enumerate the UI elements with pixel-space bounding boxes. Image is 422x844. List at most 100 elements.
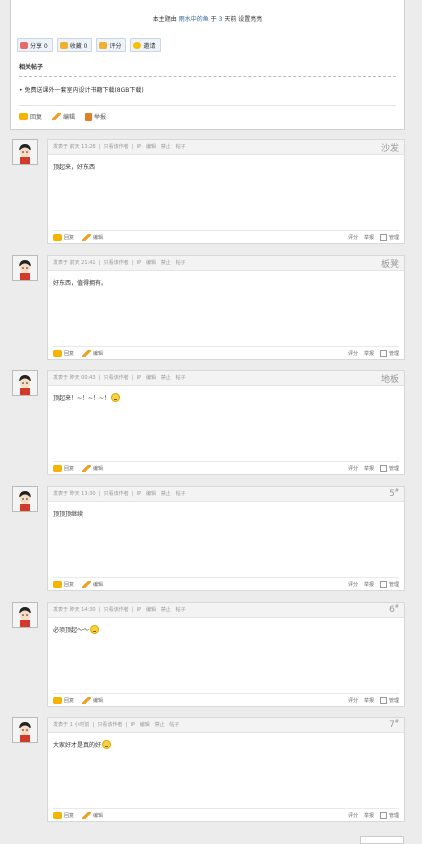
ip-link[interactable]: IP	[137, 375, 142, 381]
ip-link[interactable]: IP	[137, 144, 142, 150]
floor-number[interactable]: 地板	[381, 372, 399, 385]
reply-button[interactable]: 回复	[53, 350, 74, 357]
only-author-link[interactable]: 只看该作者	[104, 491, 129, 497]
checkbox[interactable]	[379, 234, 387, 241]
ip-link[interactable]: IP	[130, 722, 135, 728]
post-link[interactable]: 帖子	[176, 607, 186, 613]
checkbox[interactable]	[379, 697, 387, 704]
checkbox[interactable]	[379, 812, 387, 819]
invite-label: 邀请	[143, 42, 156, 50]
manage-toggle[interactable]: 管理	[379, 350, 399, 357]
report-link[interactable]: 举报	[364, 581, 374, 588]
report-button[interactable]: 举报	[85, 112, 106, 121]
checkbox[interactable]	[379, 465, 387, 472]
edit-button[interactable]: 编辑	[82, 465, 103, 472]
report-link[interactable]: 举报	[364, 697, 374, 704]
edit-button[interactable]: 编辑	[82, 350, 103, 357]
reply-button[interactable]: 回复	[19, 112, 42, 121]
avatar[interactable]	[12, 139, 38, 165]
ban-link[interactable]: 禁止	[161, 491, 171, 497]
post-admin-actions: 评分 举报 管理	[348, 581, 399, 588]
ban-link[interactable]: 禁止	[161, 607, 171, 613]
ip-link[interactable]: IP	[137, 491, 142, 497]
avatar[interactable]	[12, 717, 38, 743]
manage-toggle[interactable]: 管理	[379, 812, 399, 819]
post-link[interactable]: 帖子	[176, 144, 186, 150]
ban-link[interactable]: 禁止	[161, 260, 171, 266]
edit-link[interactable]: 编辑	[146, 607, 156, 613]
floor-number[interactable]: 板凳	[381, 257, 399, 270]
post-meta: 发表于 1 小时前 | 只看该作者 | IP 编辑 禁止 帖子	[53, 722, 180, 728]
only-author-link[interactable]: 只看该作者	[97, 722, 122, 728]
edit-button[interactable]: 编辑	[82, 581, 103, 588]
post-link[interactable]: 帖子	[169, 722, 179, 728]
rate-link[interactable]: 评分	[348, 581, 358, 588]
ip-link[interactable]: IP	[137, 607, 142, 613]
floor-number[interactable]: 沙发	[381, 141, 399, 154]
thread-footer-panel: 本主题由 雨水中的鱼 于 3 天前 设置亮亮 分享 0 收藏 0 评分 邀请 相…	[10, 0, 405, 130]
report-link[interactable]: 举报	[364, 234, 374, 241]
ban-link[interactable]: 禁止	[161, 375, 171, 381]
floor-number[interactable]: 6#	[389, 604, 399, 615]
report-link[interactable]: 举报	[364, 350, 374, 357]
avatar[interactable]	[12, 602, 38, 628]
edit-link[interactable]: 编辑	[146, 491, 156, 497]
ban-link[interactable]: 禁止	[161, 144, 171, 150]
invite-button[interactable]: 邀请	[130, 38, 161, 52]
avatar[interactable]	[12, 255, 38, 281]
post-link[interactable]: 帖子	[176, 260, 186, 266]
reply-label: 回复	[64, 813, 75, 819]
rate-link[interactable]: 评分	[348, 812, 358, 819]
rate-button[interactable]: 评分	[96, 38, 127, 52]
post-body: 发表于 前天 21:41 | 只看该作者 | IP 编辑 禁止 帖子 板凳 好东…	[47, 255, 405, 360]
ip-link[interactable]: IP	[137, 260, 142, 266]
reply-button[interactable]: 回复	[53, 465, 74, 472]
manage-toggle[interactable]: 管理	[379, 697, 399, 704]
only-author-link[interactable]: 只看该作者	[104, 144, 129, 150]
checkbox[interactable]	[379, 350, 387, 357]
rate-link[interactable]: 评分	[348, 350, 358, 357]
rate-link[interactable]: 评分	[348, 697, 358, 704]
pagination-box[interactable]	[360, 836, 404, 844]
only-author-link[interactable]: 只看该作者	[104, 260, 129, 266]
report-link[interactable]: 举报	[364, 465, 374, 472]
floor-number[interactable]: 5#	[389, 488, 399, 499]
edit-button[interactable]: 编辑	[82, 234, 103, 241]
highlight-user-link[interactable]: 雨水中的鱼	[179, 16, 209, 23]
edit-link[interactable]: 编辑	[140, 722, 150, 728]
reply-button[interactable]: 回复	[53, 581, 74, 588]
only-author-link[interactable]: 只看该作者	[104, 375, 129, 381]
checkbox[interactable]	[379, 581, 387, 588]
avatar[interactable]	[12, 486, 38, 512]
rate-link[interactable]: 评分	[348, 465, 358, 472]
reply-button[interactable]: 回复	[53, 812, 74, 819]
share-button[interactable]: 分享 0	[17, 38, 53, 52]
edit-button[interactable]: 编辑	[82, 812, 103, 819]
post-link[interactable]: 帖子	[176, 491, 186, 497]
edit-label: 编辑	[93, 351, 104, 357]
edit-button[interactable]: 编辑	[52, 112, 75, 121]
edit-link[interactable]: 编辑	[146, 260, 156, 266]
edit-link[interactable]: 编辑	[146, 375, 156, 381]
rate-link[interactable]: 评分	[348, 234, 358, 241]
report-link[interactable]: 举报	[364, 812, 374, 819]
manage-toggle[interactable]: 管理	[379, 581, 399, 588]
edit-label: 编辑	[93, 698, 104, 704]
post-link[interactable]: 帖子	[176, 375, 186, 381]
reply-button[interactable]: 回复	[53, 234, 74, 241]
reply-button[interactable]: 回复	[53, 697, 74, 704]
divider	[19, 105, 396, 106]
divider	[53, 346, 399, 347]
edit-button[interactable]: 编辑	[82, 697, 103, 704]
avatar[interactable]	[12, 370, 38, 396]
edit-link[interactable]: 编辑	[146, 144, 156, 150]
manage-label: 管理	[388, 235, 399, 241]
only-author-link[interactable]: 只看该作者	[104, 607, 129, 613]
related-item-link[interactable]: • 免费送课外一套室内设计书籍下载(8GB下载)	[19, 85, 144, 94]
ban-link[interactable]: 禁止	[155, 722, 165, 728]
manage-toggle[interactable]: 管理	[379, 465, 399, 472]
floor-number[interactable]: 7#	[389, 719, 399, 730]
post-body: 发表于 1 小时前 | 只看该作者 | IP 编辑 禁止 帖子 7# 大家好才是…	[47, 717, 405, 822]
manage-toggle[interactable]: 管理	[379, 234, 399, 241]
favorite-button[interactable]: 收藏 0	[56, 38, 93, 52]
